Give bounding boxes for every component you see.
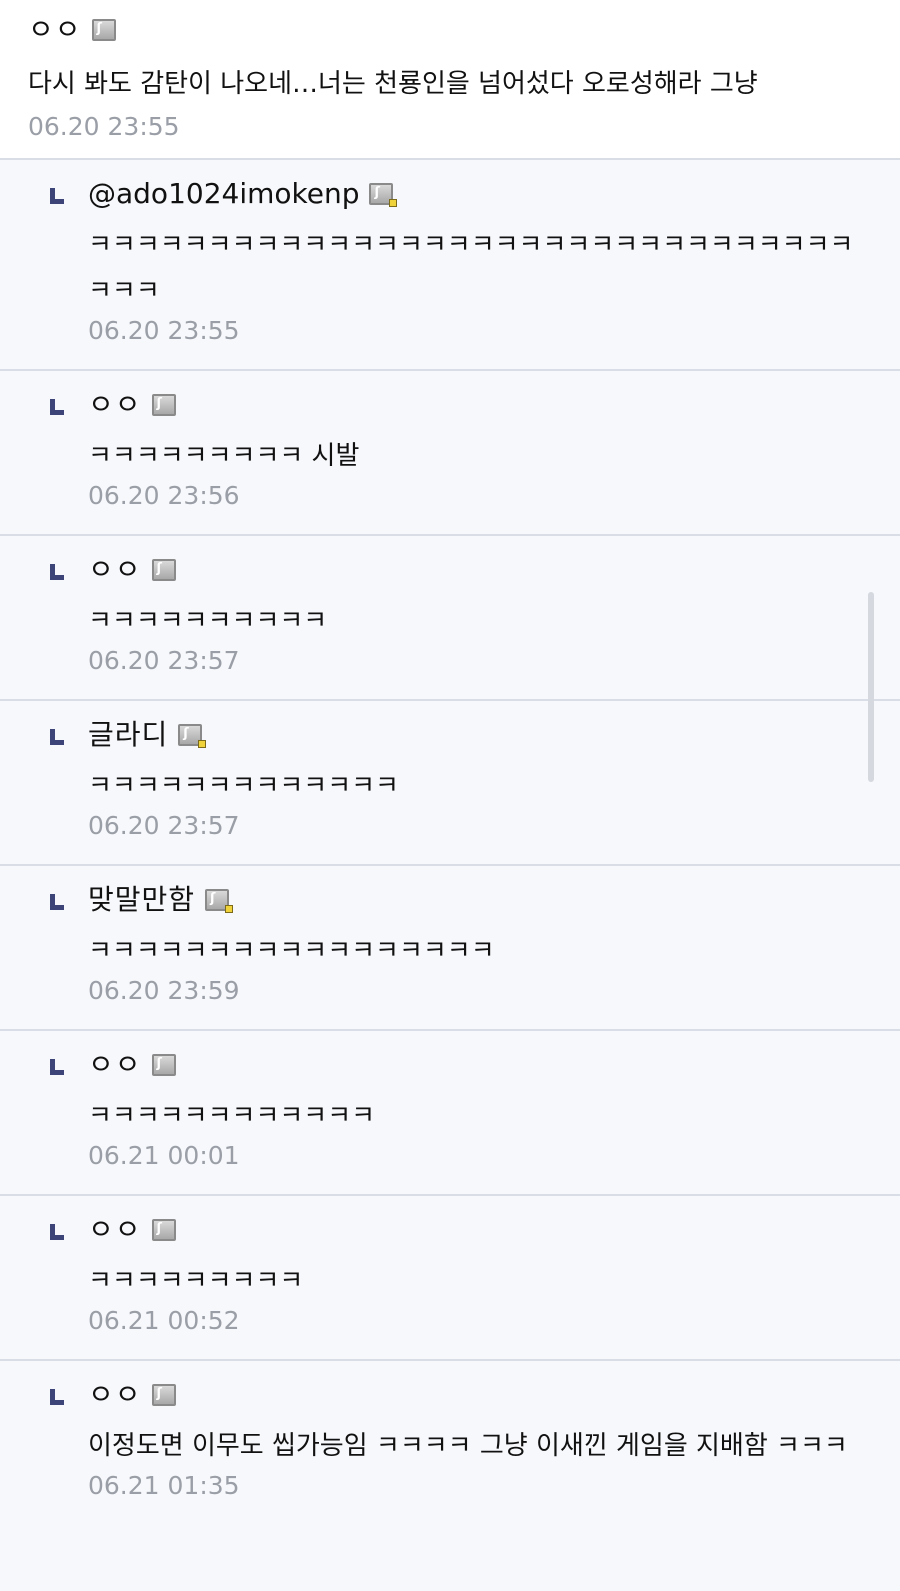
reply-text: ㅋㅋㅋㅋㅋㅋㅋㅋㅋ: [88, 1266, 304, 1296]
author-name[interactable]: ㅇㅇ: [88, 1049, 142, 1081]
author-row: ㅇㅇ ʃ: [88, 554, 860, 586]
author-name[interactable]: 맞말만함: [88, 884, 195, 916]
reply-item: ㅇㅇ ʃ 이정도면 이무도 씹가능임 ㅋㅋㅋㅋ 그냥 이새낀 게임을 지배함 ㅋ…: [0, 1361, 900, 1591]
gallery-user-icon: ʃ: [151, 1054, 176, 1076]
gallery-user-icon: ʃ: [151, 1219, 176, 1241]
reply-timestamp: 06.20 23:55: [88, 316, 240, 345]
reply-list: @ado1024imokenp ʃ ㅋㅋㅋㅋㅋㅋㅋㅋㅋㅋㅋㅋㅋㅋㅋㅋㅋㅋㅋㅋㅋㅋ…: [0, 160, 900, 1591]
top-comment: ㅇㅇ ʃ 다시 봐도 감탄이 나오네…너는 천룡인을 넘어섰다 오로성해라 그냥…: [0, 0, 900, 160]
reply-text: ㅋㅋㅋㅋㅋㅋㅋㅋㅋㅋㅋㅋㅋㅋㅋㅋㅋ: [88, 936, 495, 966]
reply-text: ㅋㅋㅋㅋㅋㅋㅋㅋㅋㅋ: [88, 606, 328, 636]
reply-timestamp: 06.21 01:35: [88, 1471, 240, 1500]
reply-timestamp: 06.21 00:01: [88, 1141, 240, 1170]
reply-arrow-icon: [50, 399, 64, 415]
reply-timestamp: 06.21 00:52: [88, 1306, 240, 1335]
author-row: 글라디 ʃ: [88, 719, 860, 751]
author-row: 맞말만함 ʃ: [88, 884, 860, 916]
author-name[interactable]: ㅇㅇ: [88, 389, 142, 421]
reply-item: ㅇㅇ ʃ ㅋㅋㅋㅋㅋㅋㅋㅋㅋㅋㅋㅋ 06.21 00:01: [0, 1031, 900, 1196]
reply-arrow-icon: [50, 188, 64, 204]
reply-text: ㅋㅋㅋㅋㅋㅋㅋㅋㅋ 시발: [88, 441, 360, 471]
reply-item: ㅇㅇ ʃ ㅋㅋㅋㅋㅋㅋㅋㅋㅋ 06.21 00:52: [0, 1196, 900, 1361]
author-row: ㅇㅇ ʃ: [88, 1049, 860, 1081]
reply-item: 글라디 ʃ ㅋㅋㅋㅋㅋㅋㅋㅋㅋㅋㅋㅋㅋ 06.20 23:57: [0, 701, 900, 866]
gallery-user-icon: ʃ: [151, 559, 176, 581]
reply-timestamp: 06.20 23:57: [88, 646, 240, 675]
scrollbar[interactable]: [868, 592, 874, 782]
reply-text: ㅋㅋㅋㅋㅋㅋㅋㅋㅋㅋㅋㅋㅋㅋㅋㅋㅋㅋㅋㅋㅋㅋㅋㅋㅋㅋㅋㅋㅋㅋㅋㅋㅋㅋㅋ: [88, 230, 854, 306]
reply-text: ㅋㅋㅋㅋㅋㅋㅋㅋㅋㅋㅋㅋㅋ: [88, 771, 399, 801]
gallery-user-icon: ʃ: [205, 889, 234, 913]
reply-arrow-icon: [50, 729, 64, 745]
reply-arrow-icon: [50, 1389, 64, 1405]
reply-timestamp: 06.20 23:57: [88, 811, 240, 840]
comment-text: 다시 봐도 감탄이 나오네…너는 천룡인을 넘어섰다 오로성해라 그냥: [28, 69, 758, 99]
author-row: ㅇㅇ ʃ: [88, 389, 860, 421]
reply-arrow-icon: [50, 564, 64, 580]
comment-timestamp: 06.20 23:55: [28, 112, 180, 141]
author-row: ㅇㅇ ʃ: [88, 1379, 860, 1411]
author-name[interactable]: ㅇㅇ: [88, 554, 142, 586]
author-row: ㅇㅇ ʃ: [88, 1214, 860, 1246]
gallery-user-icon: ʃ: [369, 183, 398, 207]
reply-arrow-icon: [50, 1224, 64, 1240]
reply-item: @ado1024imokenp ʃ ㅋㅋㅋㅋㅋㅋㅋㅋㅋㅋㅋㅋㅋㅋㅋㅋㅋㅋㅋㅋㅋㅋ…: [0, 160, 900, 371]
gallery-user-icon: ʃ: [151, 394, 176, 416]
reply-text: 이정도면 이무도 씹가능임 ㅋㅋㅋㅋ 그냥 이새낀 게임을 지배함 ㅋㅋㅋ: [88, 1431, 848, 1461]
author-row: @ado1024imokenp ʃ: [88, 178, 860, 210]
gallery-user-icon: ʃ: [91, 19, 116, 41]
reply-timestamp: 06.20 23:59: [88, 976, 240, 1005]
author-name[interactable]: ㅇㅇ: [88, 1214, 142, 1246]
reply-item: ㅇㅇ ʃ ㅋㅋㅋㅋㅋㅋㅋㅋㅋㅋ 06.20 23:57: [0, 536, 900, 701]
author-name[interactable]: @ado1024imokenp: [88, 178, 359, 210]
reply-item: 맞말만함 ʃ ㅋㅋㅋㅋㅋㅋㅋㅋㅋㅋㅋㅋㅋㅋㅋㅋㅋ 06.20 23:59: [0, 866, 900, 1031]
reply-timestamp: 06.20 23:56: [88, 481, 240, 510]
reply-text: ㅋㅋㅋㅋㅋㅋㅋㅋㅋㅋㅋㅋ: [88, 1101, 376, 1131]
author-name[interactable]: ㅇㅇ: [28, 14, 82, 46]
author-name[interactable]: 글라디: [88, 719, 168, 751]
reply-arrow-icon: [50, 1059, 64, 1075]
author-row: ㅇㅇ ʃ: [28, 14, 872, 46]
reply-arrow-icon: [50, 894, 64, 910]
reply-item: ㅇㅇ ʃ ㅋㅋㅋㅋㅋㅋㅋㅋㅋ 시발 06.20 23:56: [0, 371, 900, 536]
gallery-user-icon: ʃ: [151, 1384, 176, 1406]
gallery-user-icon: ʃ: [178, 724, 207, 748]
author-name[interactable]: ㅇㅇ: [88, 1379, 142, 1411]
